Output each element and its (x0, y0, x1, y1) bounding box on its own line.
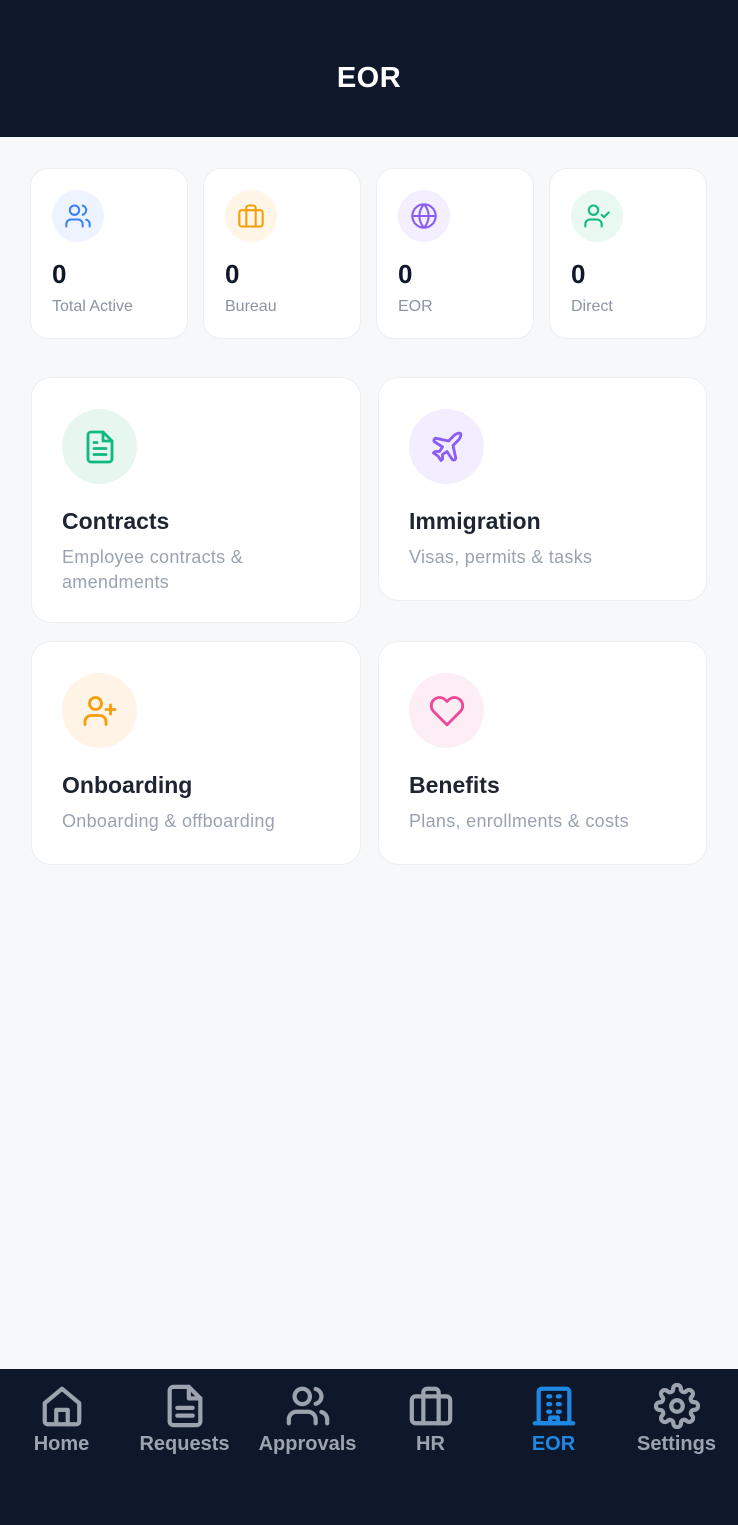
stat-icon-bg (571, 190, 623, 242)
module-icon-bg (62, 673, 137, 748)
user-plus-icon (83, 695, 116, 726)
page-title: EOR (336, 62, 402, 94)
users-icon (65, 204, 91, 228)
stat-card-bureau[interactable]: 0 Bureau (203, 168, 361, 339)
module-title: Onboarding (62, 772, 193, 798)
globe-icon (411, 203, 437, 229)
stat-label: Total Active (52, 298, 133, 315)
module-description: Plans, enrollments & costs (409, 811, 629, 831)
nav-label: Requests (139, 1433, 230, 1455)
home-icon (42, 1386, 81, 1427)
stat-value: 0 (52, 259, 67, 289)
module-card-immigration[interactable]: Immigration Visas, permits & tasks (378, 377, 707, 601)
nav-item-home[interactable]: Home (0, 1369, 123, 1525)
module-description: Visas, permits & tasks (409, 547, 593, 567)
nav-label: Home (33, 1433, 90, 1455)
plane-icon (431, 431, 462, 462)
stat-icon-bg (398, 190, 450, 242)
stats-row: 0 Total Active 0 Bureau 0 EOR 0 Direct (30, 168, 708, 339)
briefcase-icon (238, 204, 264, 228)
briefcase-icon (409, 1386, 452, 1426)
stat-card-eor[interactable]: 0 EOR (376, 168, 534, 339)
modules-grid: Contracts Employee contracts & amendment… (31, 377, 707, 865)
nav-item-eor[interactable]: EOR (492, 1369, 615, 1525)
nav-label: HR (416, 1433, 445, 1455)
users-icon (286, 1386, 329, 1426)
module-card-benefits[interactable]: Benefits Plans, enrollments & costs (378, 641, 707, 865)
module-icon-bg (409, 673, 484, 748)
app-header: EOR (0, 0, 738, 137)
nav-label: EOR (531, 1433, 576, 1455)
module-title: Contracts (62, 508, 170, 534)
building-icon (532, 1386, 575, 1426)
module-icon-bg (62, 409, 137, 484)
file-text-icon (86, 430, 113, 463)
module-icon-bg (409, 409, 484, 484)
module-description: Onboarding & offboarding (62, 811, 276, 831)
document-icon (167, 1384, 202, 1428)
stat-label: Bureau (225, 298, 277, 315)
stat-label: EOR (398, 298, 433, 315)
stat-card-direct[interactable]: 0 Direct (549, 168, 707, 339)
module-description: Employee contracts & amendments (62, 547, 244, 592)
user-check-icon (584, 204, 610, 228)
nav-item-approvals[interactable]: Approvals (246, 1369, 369, 1525)
stat-value: 0 (571, 259, 586, 289)
module-title: Immigration (409, 508, 541, 534)
stat-icon-bg (225, 190, 277, 242)
heart-icon (429, 695, 464, 726)
gear-icon (653, 1383, 700, 1429)
nav-item-requests[interactable]: Requests (123, 1369, 246, 1525)
module-title: Benefits (409, 772, 500, 798)
stat-label: Direct (571, 298, 613, 315)
nav-item-hr[interactable]: HR (369, 1369, 492, 1525)
nav-label: Settings (637, 1433, 716, 1455)
bottom-nav: Home Requests Approvals HR EOR Settings (0, 1369, 738, 1525)
module-card-onboarding[interactable]: Onboarding Onboarding & offboarding (31, 641, 361, 865)
nav-item-settings[interactable]: Settings (615, 1369, 738, 1525)
module-card-contracts[interactable]: Contracts Employee contracts & amendment… (31, 377, 361, 623)
stat-value: 0 (398, 259, 413, 289)
stat-card-total-active[interactable]: 0 Total Active (30, 168, 188, 339)
stat-icon-bg (52, 190, 104, 242)
nav-label: Approvals (258, 1433, 357, 1455)
stat-value: 0 (225, 259, 240, 289)
